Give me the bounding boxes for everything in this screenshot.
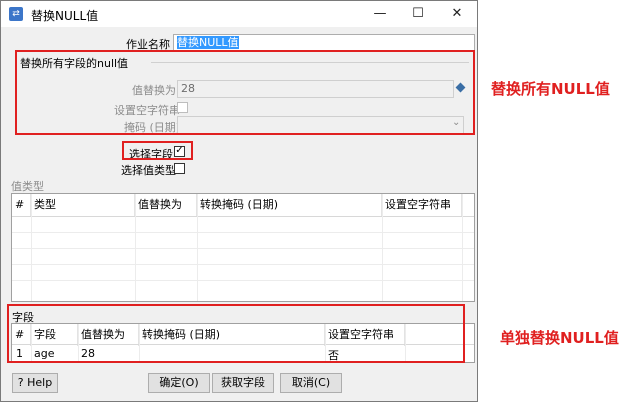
- highlight-select-fields: [122, 141, 193, 160]
- column-header: 转换掩码 (日期): [197, 194, 382, 216]
- close-button[interactable]: ✕: [440, 1, 474, 27]
- minimize-button[interactable]: —: [363, 1, 397, 27]
- divider: [462, 194, 463, 301]
- divider: [135, 194, 136, 301]
- column-header: #: [12, 194, 31, 216]
- job-name-value: 替换NULL值: [177, 36, 239, 49]
- column-header: 设置空字符串: [382, 194, 462, 216]
- highlight-replace-single: [7, 304, 465, 363]
- highlight-replace-all: [15, 50, 475, 135]
- select-value-type-checkbox[interactable]: [174, 163, 185, 174]
- divider: [382, 194, 383, 301]
- maximize-button[interactable]: ☐: [401, 1, 435, 27]
- divider: [12, 264, 474, 265]
- divider: [12, 280, 474, 281]
- column-header: 值替换为: [135, 194, 197, 216]
- window-title: 替换NULL值: [31, 9, 99, 23]
- divider: [12, 216, 474, 217]
- app-icon: ⇄: [9, 7, 23, 21]
- divider: [197, 194, 198, 301]
- ok-button[interactable]: 确定(O): [148, 373, 210, 393]
- select-value-type-label: 选择值类型: [121, 164, 176, 177]
- dialog-window: ⇄ 替换NULL值 — ☐ ✕ 作业名称 替换NULL值 替换所有字段的null…: [0, 0, 478, 402]
- get-fields-button[interactable]: 获取字段: [212, 373, 274, 393]
- divider: [31, 194, 32, 301]
- title-bar: ⇄ 替换NULL值 — ☐ ✕: [1, 1, 477, 27]
- column-header: 类型: [31, 194, 135, 216]
- help-button[interactable]: ? Help: [12, 373, 58, 393]
- annotation-replace-single: 单独替换NULL值: [500, 329, 619, 347]
- value-type-section-title: 值类型: [11, 180, 44, 193]
- help-label: Help: [27, 376, 53, 389]
- divider: [12, 232, 474, 233]
- cancel-button[interactable]: 取消(C): [280, 373, 342, 393]
- divider: [12, 248, 474, 249]
- help-icon: ?: [17, 376, 24, 389]
- value-type-table[interactable]: # 类型 值替换为 转换掩码 (日期) 设置空字符串: [11, 193, 475, 302]
- annotation-replace-all: 替换所有NULL值: [491, 80, 610, 98]
